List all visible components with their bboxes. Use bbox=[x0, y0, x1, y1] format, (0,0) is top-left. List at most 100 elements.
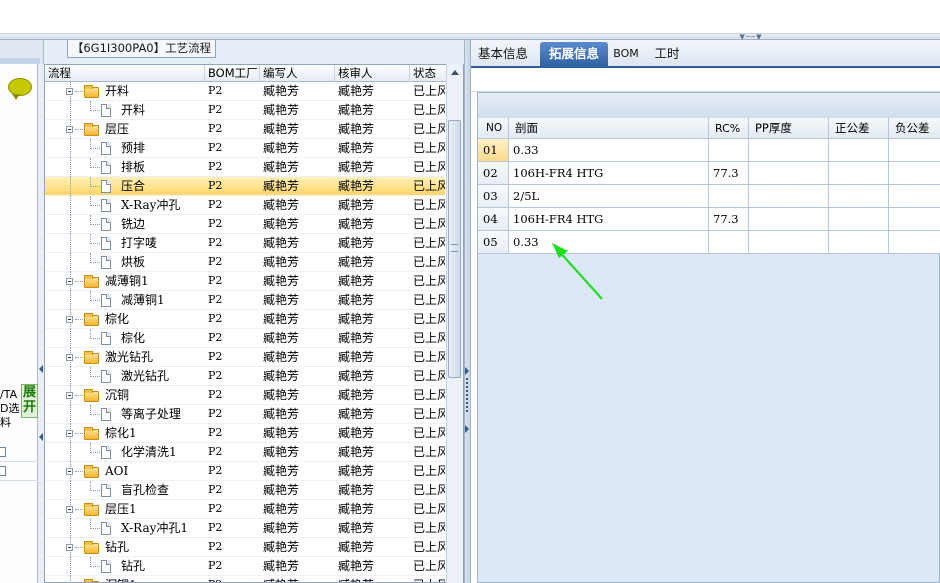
collapse-left-arrow-icon[interactable] bbox=[39, 433, 43, 441]
scroll-up-icon[interactable] bbox=[447, 66, 462, 79]
status-cell[interactable]: 已上风 bbox=[413, 82, 445, 101]
checker-cell[interactable]: 臧艳芳 bbox=[338, 443, 408, 462]
collapse-node-icon[interactable] bbox=[66, 468, 73, 475]
bom-cell[interactable]: P2 bbox=[208, 538, 260, 557]
tab-basic-info[interactable]: 基本信息 bbox=[473, 42, 533, 68]
process-row[interactable]: 开料P2臧艳芳臧艳芳已上风 bbox=[45, 101, 445, 120]
column-header-positive-tolerance[interactable]: 正公差 bbox=[829, 118, 889, 139]
expand-right-arrow-icon[interactable] bbox=[465, 425, 469, 433]
left-list-row[interactable] bbox=[0, 443, 38, 462]
status-cell[interactable]: 已上风 bbox=[413, 500, 445, 519]
writer-cell[interactable]: 臧艳芳 bbox=[263, 253, 333, 272]
status-cell[interactable]: 已上风 bbox=[413, 329, 445, 348]
column-header-checker[interactable]: 核审人 bbox=[335, 65, 410, 82]
status-cell[interactable]: 已上风 bbox=[413, 462, 445, 481]
no-cell[interactable]: 04 bbox=[478, 208, 509, 231]
bom-cell[interactable]: P2 bbox=[208, 82, 260, 101]
writer-cell[interactable]: 臧艳芳 bbox=[263, 519, 333, 538]
writer-cell[interactable]: 臧艳芳 bbox=[263, 234, 333, 253]
writer-cell[interactable]: 臧艳芳 bbox=[263, 82, 333, 101]
process-tree-cell[interactable]: 沉铜1 bbox=[45, 576, 202, 582]
process-row[interactable]: 预排P2臧艳芳臧艳芳已上风 bbox=[45, 139, 445, 158]
pp-thickness-cell[interactable] bbox=[749, 231, 829, 254]
negative-tolerance-cell[interactable] bbox=[889, 139, 940, 162]
status-cell[interactable]: 已上风 bbox=[413, 481, 445, 500]
process-tree-cell[interactable]: 开料 bbox=[45, 82, 202, 101]
process-tree-cell[interactable]: AOI bbox=[45, 462, 202, 481]
no-cell[interactable]: 03 bbox=[478, 185, 509, 208]
process-tree-cell[interactable]: 等离子处理 bbox=[45, 405, 202, 424]
process-row[interactable]: 铣边P2臧艳芳臧艳芳已上风 bbox=[45, 215, 445, 234]
detail-row[interactable]: 04 106H-FR4 HTG 77.3 bbox=[478, 208, 940, 231]
positive-tolerance-cell[interactable] bbox=[829, 208, 889, 231]
collapse-left-arrow-icon[interactable] bbox=[39, 365, 43, 373]
status-cell[interactable]: 已上风 bbox=[413, 367, 445, 386]
writer-cell[interactable]: 臧艳芳 bbox=[263, 158, 333, 177]
rc-cell[interactable]: 77.3 bbox=[709, 208, 749, 231]
bom-cell[interactable]: P2 bbox=[208, 177, 260, 196]
column-header-pp-thickness[interactable]: PP厚度 bbox=[749, 118, 829, 139]
process-row[interactable]: 层压1P2臧艳芳臧艳芳已上风 bbox=[45, 500, 445, 519]
bom-cell[interactable]: P2 bbox=[208, 519, 260, 538]
bom-cell[interactable]: P2 bbox=[208, 120, 260, 139]
section-cell[interactable]: 2/5L bbox=[509, 185, 709, 208]
bom-cell[interactable]: P2 bbox=[208, 329, 260, 348]
writer-cell[interactable]: 臧艳芳 bbox=[263, 120, 333, 139]
status-cell[interactable]: 已上风 bbox=[413, 139, 445, 158]
collapse-node-icon[interactable] bbox=[66, 278, 73, 285]
process-row[interactable]: 激光钻孔P2臧艳芳臧艳芳已上风 bbox=[45, 367, 445, 386]
collapse-node-icon[interactable] bbox=[66, 126, 73, 133]
checker-cell[interactable]: 臧艳芳 bbox=[338, 424, 408, 443]
checker-cell[interactable]: 臧艳芳 bbox=[338, 557, 408, 576]
process-row[interactable]: 化学清洗1P2臧艳芳臧艳芳已上风 bbox=[45, 443, 445, 462]
writer-cell[interactable]: 臧艳芳 bbox=[263, 272, 333, 291]
checker-cell[interactable]: 臧艳芳 bbox=[338, 177, 408, 196]
bom-cell[interactable]: P2 bbox=[208, 557, 260, 576]
checker-cell[interactable]: 臧艳芳 bbox=[338, 348, 408, 367]
checker-cell[interactable]: 臧艳芳 bbox=[338, 310, 408, 329]
no-cell[interactable]: 05 bbox=[478, 231, 509, 254]
status-cell[interactable]: 已上风 bbox=[413, 519, 445, 538]
checker-cell[interactable]: 臧艳芳 bbox=[338, 120, 408, 139]
writer-cell[interactable]: 臧艳芳 bbox=[263, 367, 333, 386]
rc-cell[interactable]: 77.3 bbox=[709, 162, 749, 185]
column-header-negative-tolerance[interactable]: 负公差 bbox=[889, 118, 940, 139]
bom-cell[interactable]: P2 bbox=[208, 272, 260, 291]
writer-cell[interactable]: 臧艳芳 bbox=[263, 348, 333, 367]
positive-tolerance-cell[interactable] bbox=[829, 185, 889, 208]
pp-thickness-cell[interactable] bbox=[749, 185, 829, 208]
vertical-splitter[interactable] bbox=[464, 40, 471, 583]
process-tree-cell[interactable]: 排板 bbox=[45, 158, 202, 177]
status-cell[interactable]: 已上风 bbox=[413, 196, 445, 215]
process-row[interactable]: 棕化P2臧艳芳臧艳芳已上风 bbox=[45, 329, 445, 348]
writer-cell[interactable]: 臧艳芳 bbox=[263, 215, 333, 234]
process-tree-cell[interactable]: 烘板 bbox=[45, 253, 202, 272]
section-cell[interactable]: 0.33 bbox=[509, 139, 709, 162]
process-row[interactable]: 减薄铜1P2臧艳芳臧艳芳已上风 bbox=[45, 272, 445, 291]
process-tree-cell[interactable]: 棕化1 bbox=[45, 424, 202, 443]
tab-extended-info[interactable]: 拓展信息 bbox=[540, 42, 608, 68]
column-header-rc[interactable]: RC% bbox=[709, 118, 749, 139]
checker-cell[interactable]: 臧艳芳 bbox=[338, 538, 408, 557]
bom-cell[interactable]: P2 bbox=[208, 215, 260, 234]
process-row[interactable]: 层压P2臧艳芳臧艳芳已上风 bbox=[45, 120, 445, 139]
process-tree-cell[interactable]: 钻孔 bbox=[45, 538, 202, 557]
status-cell[interactable]: 已上风 bbox=[413, 272, 445, 291]
collapse-node-icon[interactable] bbox=[66, 430, 73, 437]
status-cell[interactable]: 已上风 bbox=[413, 310, 445, 329]
process-tree-cell[interactable]: 盲孔检查 bbox=[45, 481, 202, 500]
positive-tolerance-cell[interactable] bbox=[829, 139, 889, 162]
process-row[interactable]: X-Ray冲孔P2臧艳芳臧艳芳已上风 bbox=[45, 196, 445, 215]
negative-tolerance-cell[interactable] bbox=[889, 162, 940, 185]
collapse-node-icon[interactable] bbox=[66, 316, 73, 323]
process-tree-cell[interactable]: 激光钻孔 bbox=[45, 348, 202, 367]
column-header-status[interactable]: 状态 bbox=[410, 65, 450, 82]
bom-cell[interactable]: P2 bbox=[208, 348, 260, 367]
process-tree-cell[interactable]: X-Ray冲孔 bbox=[45, 196, 202, 215]
process-row[interactable]: 压合P2臧艳芳臧艳芳已上风 bbox=[45, 177, 445, 196]
bom-cell[interactable]: P2 bbox=[208, 158, 260, 177]
status-cell[interactable]: 已上风 bbox=[413, 424, 445, 443]
checker-cell[interactable]: 臧艳芳 bbox=[338, 234, 408, 253]
checker-cell[interactable]: 臧艳芳 bbox=[338, 367, 408, 386]
section-cell[interactable]: 0.33 bbox=[509, 231, 709, 254]
